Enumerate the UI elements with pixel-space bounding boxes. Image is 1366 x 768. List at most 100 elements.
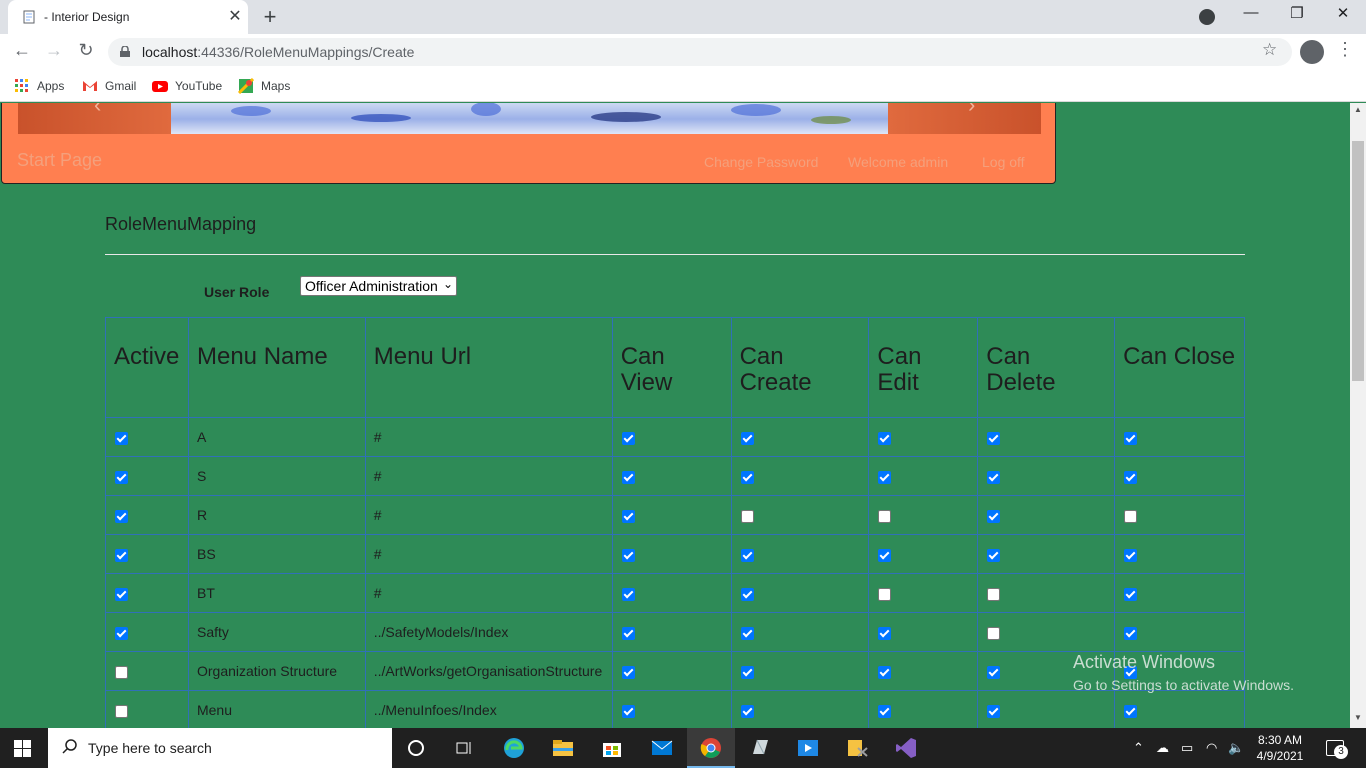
bookmark-gmail[interactable]: Gmail	[82, 77, 136, 95]
can-delete-checkbox[interactable]	[987, 470, 1001, 484]
active-checkbox[interactable]	[115, 704, 128, 718]
can-create-checkbox[interactable]	[740, 470, 754, 484]
can-create-checkbox[interactable]	[740, 509, 754, 523]
can-view-checkbox[interactable]	[621, 665, 635, 679]
tab-search-icon[interactable]	[1199, 9, 1215, 25]
wifi-icon[interactable]: ◠	[1206, 740, 1217, 756]
table-cell	[611, 495, 732, 535]
can-close-checkbox[interactable]	[1124, 431, 1138, 445]
can-edit-checkbox[interactable]	[878, 665, 892, 679]
brand-link[interactable]: Start Page	[17, 150, 102, 171]
active-checkbox[interactable]	[115, 548, 128, 562]
browser-menu-icon[interactable]: ⋮	[1336, 39, 1354, 60]
file-explorer-icon[interactable]	[551, 736, 575, 760]
table-cell	[868, 612, 979, 652]
scroll-down-icon[interactable]: ▼	[1354, 713, 1362, 722]
welcome-link[interactable]: Welcome admin	[848, 154, 948, 170]
can-create-checkbox[interactable]	[740, 431, 754, 445]
battery-icon[interactable]: ▭	[1181, 740, 1193, 756]
reload-icon[interactable]: ↻	[74, 40, 98, 64]
taskbar-clock[interactable]: 8:30 AM 4/9/2021	[1250, 732, 1310, 764]
sql-tool-icon[interactable]	[845, 736, 869, 760]
can-delete-checkbox[interactable]	[987, 431, 1001, 445]
can-close-checkbox[interactable]	[1124, 470, 1138, 484]
can-close-checkbox[interactable]	[1124, 509, 1138, 523]
can-edit-checkbox[interactable]	[878, 509, 892, 523]
cortana-icon[interactable]	[404, 736, 428, 760]
bookmark-maps[interactable]: Maps	[238, 77, 290, 95]
can-create-checkbox[interactable]	[740, 665, 754, 679]
can-edit-checkbox[interactable]	[878, 626, 892, 640]
can-delete-checkbox[interactable]	[987, 509, 1001, 523]
can-edit-checkbox[interactable]	[878, 548, 892, 562]
table-cell	[611, 573, 732, 613]
taskbar-search[interactable]: Type here to search	[48, 728, 392, 768]
can-close-checkbox[interactable]	[1124, 587, 1138, 601]
bookmark-apps[interactable]: Apps	[14, 77, 64, 95]
address-bar[interactable]: localhost:44336/RoleMenuMappings/Create …	[108, 38, 1292, 66]
close-window-button[interactable]: ✕	[1328, 4, 1358, 28]
can-delete-checkbox[interactable]	[987, 704, 1001, 718]
change-password-link[interactable]: Change Password	[704, 154, 818, 170]
user-role-select[interactable]: Officer Administration ⌄	[300, 276, 457, 296]
back-icon[interactable]: ←	[10, 40, 34, 64]
active-checkbox[interactable]	[115, 587, 128, 601]
log-off-link[interactable]: Log off	[982, 154, 1025, 170]
active-checkbox[interactable]	[115, 431, 128, 445]
media-app-icon[interactable]	[796, 736, 820, 760]
onedrive-icon[interactable]: ☁	[1156, 740, 1169, 756]
new-tab-button[interactable]: +	[258, 4, 282, 30]
can-create-checkbox[interactable]	[740, 587, 754, 601]
site-header: ‹ › Start Page Change Password Welcome a…	[1, 103, 1056, 184]
scroll-up-icon[interactable]: ▲	[1354, 105, 1362, 114]
can-edit-checkbox[interactable]	[878, 431, 892, 445]
windows-start-icon[interactable]	[14, 740, 31, 757]
scroll-thumb[interactable]	[1352, 141, 1364, 381]
restore-button[interactable]: ❐	[1282, 4, 1312, 28]
notes-app-icon[interactable]	[748, 736, 772, 760]
can-delete-checkbox[interactable]	[987, 665, 1001, 679]
can-view-checkbox[interactable]	[621, 509, 635, 523]
bookmark-star-icon[interactable]: ☆	[1262, 40, 1277, 60]
page-scrollbar[interactable]: ▲ ▼	[1350, 103, 1366, 728]
active-checkbox[interactable]	[115, 665, 128, 679]
task-view-icon[interactable]	[452, 736, 476, 760]
can-edit-checkbox[interactable]	[878, 470, 892, 484]
can-close-checkbox[interactable]	[1124, 704, 1138, 718]
carousel-prev-icon[interactable]: ‹	[94, 103, 101, 118]
store-icon[interactable]	[600, 736, 624, 760]
can-view-checkbox[interactable]	[621, 470, 635, 484]
volume-icon[interactable]: 🔈	[1228, 740, 1244, 756]
menu-url-cell: #	[364, 495, 613, 535]
browser-tab[interactable]: - Interior Design ✕	[8, 0, 248, 34]
can-close-checkbox[interactable]	[1124, 626, 1138, 640]
can-close-checkbox[interactable]	[1124, 548, 1138, 562]
can-create-checkbox[interactable]	[740, 626, 754, 640]
can-view-checkbox[interactable]	[621, 626, 635, 640]
carousel-next-icon[interactable]: ›	[968, 103, 975, 118]
can-delete-checkbox[interactable]	[987, 548, 1001, 562]
forward-icon[interactable]: →	[42, 40, 66, 64]
can-delete-checkbox[interactable]	[987, 587, 1001, 601]
chrome-icon[interactable]	[699, 736, 723, 760]
minimize-button[interactable]: —	[1236, 4, 1266, 28]
active-checkbox[interactable]	[115, 470, 128, 484]
can-edit-checkbox[interactable]	[878, 704, 892, 718]
visual-studio-icon[interactable]	[894, 736, 918, 760]
bookmark-youtube[interactable]: YouTube	[152, 77, 222, 95]
mail-icon[interactable]	[650, 736, 674, 760]
can-view-checkbox[interactable]	[621, 431, 635, 445]
can-edit-checkbox[interactable]	[878, 587, 892, 601]
can-create-checkbox[interactable]	[740, 548, 754, 562]
can-create-checkbox[interactable]	[740, 704, 754, 718]
tray-chevron-up-icon[interactable]: ⌃	[1133, 740, 1144, 756]
edge-icon[interactable]	[502, 736, 526, 760]
active-checkbox[interactable]	[115, 626, 128, 640]
can-view-checkbox[interactable]	[621, 704, 635, 718]
active-checkbox[interactable]	[115, 509, 128, 523]
can-view-checkbox[interactable]	[621, 548, 635, 562]
can-delete-checkbox[interactable]	[987, 626, 1001, 640]
profile-avatar-icon[interactable]	[1300, 40, 1324, 64]
can-view-checkbox[interactable]	[621, 587, 635, 601]
close-tab-icon[interactable]: ✕	[226, 6, 244, 26]
